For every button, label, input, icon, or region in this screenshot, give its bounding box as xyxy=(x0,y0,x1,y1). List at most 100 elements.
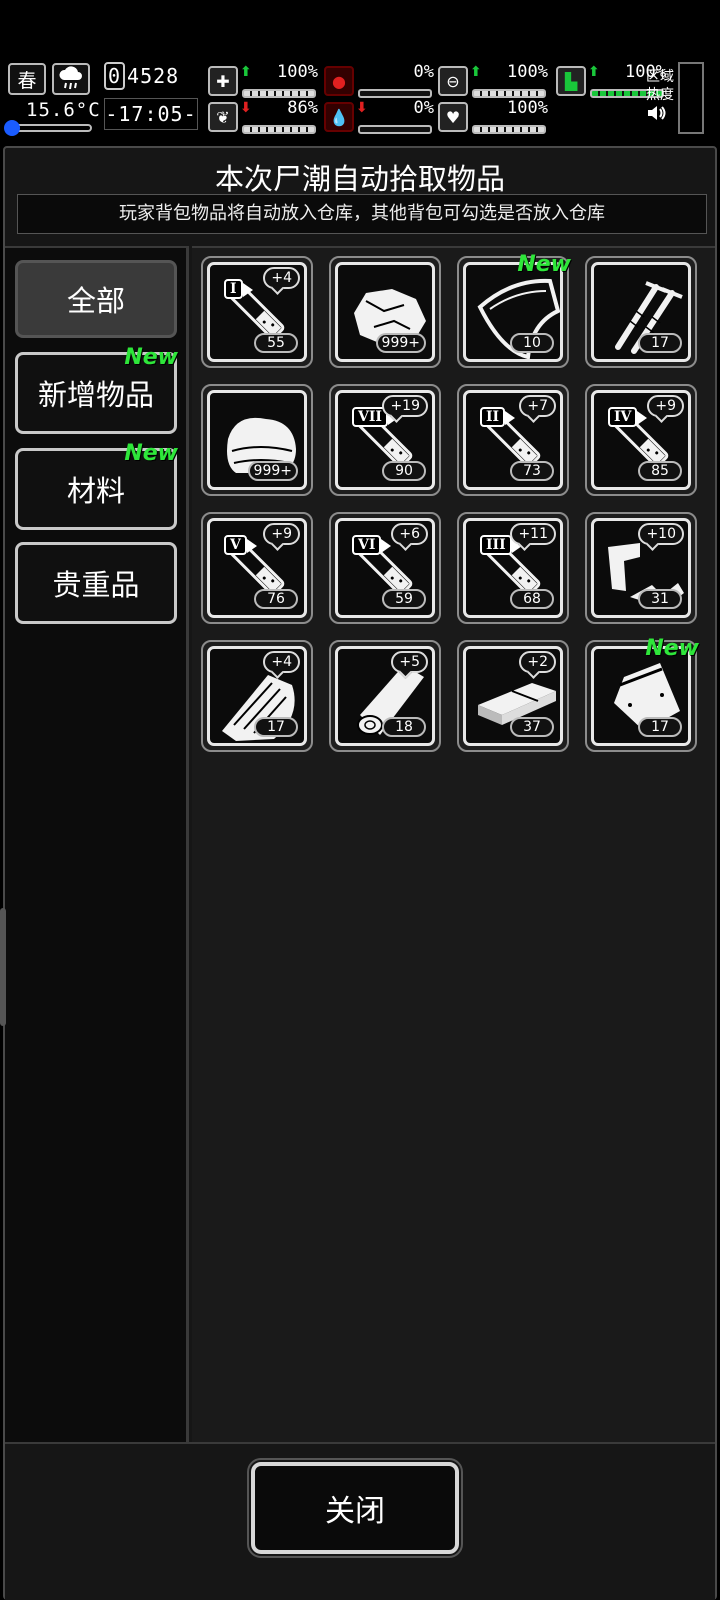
item-tier-badge: VI xyxy=(352,535,392,555)
item-count: 17 xyxy=(638,333,682,353)
item-count: 10 xyxy=(510,333,554,353)
item-gain-bubble: +11 xyxy=(510,523,556,545)
item-count: 68 xyxy=(510,589,554,609)
category-label: 材料 xyxy=(66,474,125,508)
category-label: 全部 xyxy=(66,284,125,318)
item-slot[interactable]: V +9 76 xyxy=(201,512,313,624)
blood-drop-icon: 💧 xyxy=(324,102,354,132)
stat-bar xyxy=(242,89,316,98)
item-gain-bubble: +4 xyxy=(263,651,300,673)
item-tier-badge: V xyxy=(224,535,257,555)
item-syringe-icon: II +7 73 xyxy=(463,390,563,490)
close-button-label: 关闭 xyxy=(325,1494,385,1529)
item-count: 31 xyxy=(638,589,682,609)
sound-icon[interactable] xyxy=(646,104,674,126)
item-syringe-icon: V +9 76 xyxy=(207,518,307,618)
close-button[interactable]: 关闭 xyxy=(247,1458,463,1558)
category-tab-2[interactable]: 材料 New xyxy=(15,441,178,530)
stat-mood: ♥ 100% xyxy=(438,98,550,134)
item-gain-bubble: +9 xyxy=(263,523,300,545)
item-tier-badge: IV xyxy=(608,407,648,427)
new-badge: New xyxy=(645,636,699,661)
day-value: 4528 xyxy=(127,64,180,88)
category-tab-0[interactable]: 全部 xyxy=(15,260,177,338)
item-count: 999+ xyxy=(247,461,298,481)
stat-bar xyxy=(358,125,432,134)
stat-health: ✚ ⬆ 100% xyxy=(208,62,320,98)
item-slot[interactable]: IV +9 85 xyxy=(585,384,697,496)
item-gain-bubble: +19 xyxy=(382,395,428,417)
item-gain-bubble: +5 xyxy=(391,651,428,673)
category-sidebar: 全部新增物品 New 材料 New 贵重品 xyxy=(5,246,189,1442)
stat-trend-arrow: ⬇ xyxy=(240,100,252,116)
day-counter: 0 4528 xyxy=(104,62,179,90)
item-slot[interactable]: +2 37 xyxy=(457,640,569,752)
stomach-icon: ● xyxy=(324,66,354,96)
stat-trend-arrow: ⬇ xyxy=(356,100,368,116)
heart-icon: ♥ xyxy=(438,102,468,132)
item-count: 17 xyxy=(638,717,682,737)
item-count: 55 xyxy=(254,333,298,353)
item-slot[interactable]: +5 18 xyxy=(329,640,441,752)
item-syringe-icon: IV +9 85 xyxy=(591,390,691,490)
medkit-icon: ✚ xyxy=(208,66,238,96)
category-label: 贵重品 xyxy=(52,568,140,602)
item-slot[interactable]: I +4 55 xyxy=(201,256,313,368)
item-gain-bubble: +7 xyxy=(519,395,556,417)
item-syringe-icon: I +4 55 xyxy=(207,262,307,362)
category-tab-1[interactable]: 新增物品 New xyxy=(15,345,178,434)
region-heat-label: 区域 热度 xyxy=(646,68,674,126)
item-count: 37 xyxy=(510,717,554,737)
item-tier-badge: II xyxy=(480,407,516,427)
stat-trend-arrow: ⬆ xyxy=(240,64,252,80)
stat-thirst: 💧 ⬇ 0% xyxy=(324,98,436,134)
stat-value: 100% xyxy=(277,62,318,82)
item-count: 18 xyxy=(382,717,426,737)
item-slot[interactable]: +10 31 xyxy=(585,512,697,624)
item-slot[interactable]: 999+ xyxy=(329,256,441,368)
thermometer-icon xyxy=(4,120,20,136)
item-slot[interactable]: 17 New xyxy=(585,636,699,752)
item-slot[interactable]: VII +19 90 xyxy=(329,384,441,496)
stat-value: 0% xyxy=(413,98,434,118)
stat-trend-arrow: ⬆ xyxy=(470,64,482,80)
item-count: 76 xyxy=(254,589,298,609)
category-label: 新增物品 xyxy=(37,378,154,412)
item-slot[interactable]: III +11 68 xyxy=(457,512,569,624)
stat-bar xyxy=(358,89,432,98)
game-clock: -17:05- xyxy=(104,98,198,130)
item-count: 73 xyxy=(510,461,554,481)
item-count: 85 xyxy=(638,461,682,481)
item-slot[interactable]: II +7 73 xyxy=(457,384,569,496)
item-wood-icon: +4 17 xyxy=(207,646,307,746)
item-towel-icon: 999+ xyxy=(207,390,307,490)
item-screws-icon: 17 xyxy=(591,262,691,362)
region-heat-meter xyxy=(678,62,704,134)
stat-sanity: ❦ ⬇ 86% xyxy=(208,98,320,134)
stat-medicine: ⊖ ⬆ 100% xyxy=(438,62,550,98)
item-slot[interactable]: 999+ xyxy=(201,384,313,496)
item-count: 17 xyxy=(254,717,298,737)
item-slot[interactable]: VI +6 59 xyxy=(329,512,441,624)
item-syringe-icon: VII +19 90 xyxy=(335,390,435,490)
temperature-readout: 15.6°C xyxy=(26,99,101,121)
item-log-icon: +5 18 xyxy=(335,646,435,746)
category-tab-3[interactable]: 贵重品 xyxy=(15,542,177,624)
edge-scroll-handle[interactable] xyxy=(0,908,6,1026)
stat-bar xyxy=(472,125,546,134)
item-slot[interactable]: 17 xyxy=(585,256,697,368)
stat-value: 86% xyxy=(287,98,318,118)
item-slot[interactable]: 10 New xyxy=(457,252,571,368)
status-hud: 春 15.6°C 0 4528 -17:05- ✚ ⬆ 100% ● 0% ⊖ ⬆ 100% ▙ ⬆… xyxy=(0,58,720,138)
stat-bar xyxy=(242,125,316,134)
stat-value: 100% xyxy=(507,98,548,118)
item-cloth-icon: 10 xyxy=(463,262,563,362)
region-label-line1: 区域 xyxy=(646,69,674,85)
region-label-line2: 热度 xyxy=(646,87,674,103)
stat-hunger: ● 0% xyxy=(324,62,436,98)
season-indicator: 春 xyxy=(8,63,46,95)
item-tier-badge: I xyxy=(224,279,252,299)
item-slot[interactable]: +4 17 xyxy=(201,640,313,752)
item-bag-icon: 17 xyxy=(591,646,691,746)
item-count: 999+ xyxy=(375,333,426,353)
